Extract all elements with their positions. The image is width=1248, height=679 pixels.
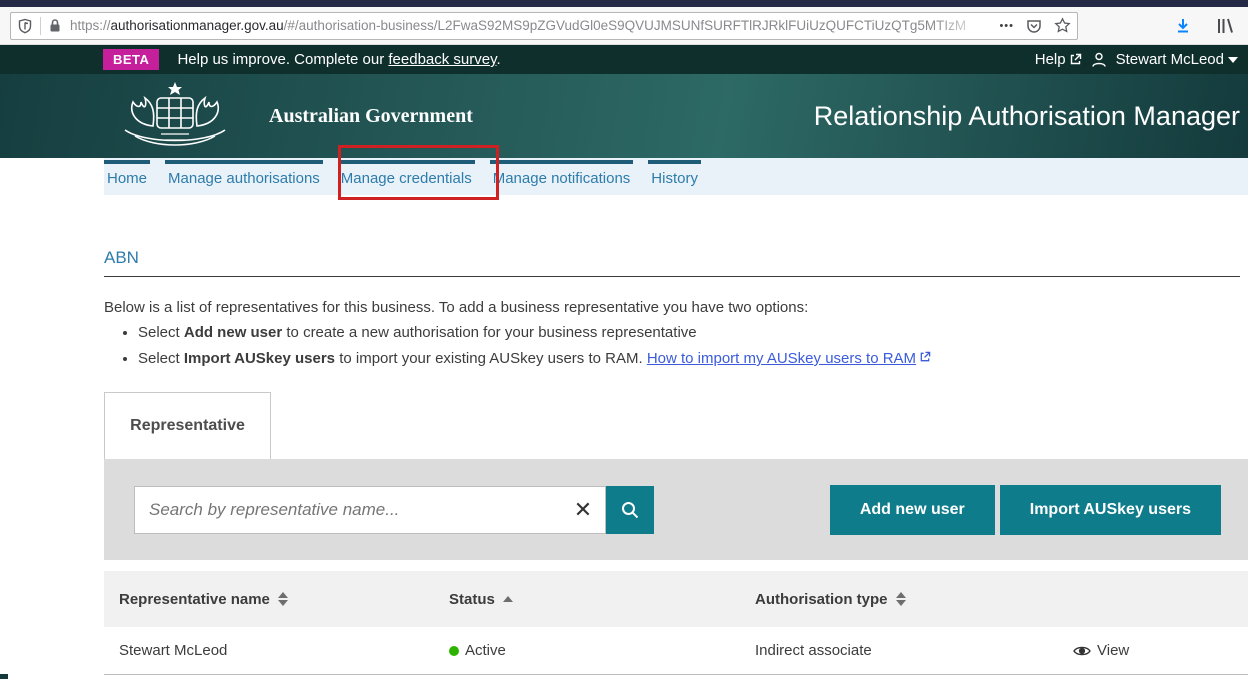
tab-representative[interactable]: Representative (104, 392, 271, 459)
feedback-survey-link[interactable]: feedback survey (388, 51, 496, 68)
list-item: Select Add new user to create a new auth… (138, 324, 1240, 341)
search-input[interactable] (135, 487, 561, 533)
user-menu[interactable]: Stewart McLeod (1116, 51, 1238, 68)
page-title: ABN (104, 248, 1240, 276)
primary-nav: Home Manage authorisations Manage creden… (0, 158, 1248, 195)
pocket-icon[interactable] (1026, 18, 1042, 34)
library-icon[interactable] (1216, 17, 1234, 35)
cell-representative-name: Stewart McLeod (104, 642, 434, 659)
government-label: Australian Government (269, 105, 473, 128)
external-link-icon (919, 351, 931, 363)
nav-item-history[interactable]: History (648, 160, 701, 187)
status-active-dot (449, 646, 459, 656)
clear-search-icon[interactable]: ✕ (561, 487, 605, 533)
app-title: Relationship Authorisation Manager (814, 101, 1240, 132)
nav-item-manage-authorisations[interactable]: Manage authorisations (165, 160, 323, 187)
list-item: Select Import AUSkey users to import you… (138, 350, 1240, 367)
user-icon (1090, 51, 1108, 69)
options-list: Select Add new user to create a new auth… (138, 324, 1240, 367)
site-header: Australian Government Relationship Autho… (0, 74, 1248, 158)
australian-government-crest (95, 78, 255, 154)
import-auskey-users-button[interactable]: Import AUSkey users (1000, 485, 1221, 535)
add-new-user-button[interactable]: Add new user (830, 485, 995, 535)
chevron-down-icon (1228, 57, 1238, 63)
page-actions-icon[interactable]: ••• (999, 20, 1014, 32)
column-header-representative-name[interactable]: Representative name (104, 591, 434, 608)
intro-text: Below is a list of representatives for t… (104, 299, 1240, 316)
help-link[interactable]: Help (1035, 51, 1082, 68)
external-link-icon (1069, 53, 1082, 66)
url-text[interactable]: https://authorisationmanager.gov.au/#/au… (70, 18, 991, 33)
search-button[interactable] (606, 486, 654, 534)
nav-item-manage-notifications[interactable]: Manage notifications (490, 160, 634, 187)
tracking-shield-icon[interactable] (17, 18, 33, 34)
sort-icon[interactable] (896, 592, 906, 606)
nav-item-manage-credentials[interactable]: Manage credentials (338, 160, 475, 187)
table-row: Stewart McLeod Active Indirect associate… (104, 627, 1248, 675)
view-action[interactable]: View (1058, 642, 1248, 659)
nav-item-home[interactable]: Home (104, 160, 150, 187)
cell-status: Active (434, 642, 740, 659)
beta-message: Help us improve. Complete our feedback s… (177, 51, 500, 68)
eye-icon (1073, 644, 1091, 658)
urlbar-divider (40, 17, 41, 35)
coat-of-arms-icon (95, 78, 255, 154)
download-icon[interactable] (1174, 17, 1192, 35)
section-divider (104, 276, 1240, 277)
browser-toolbar: https://authorisationmanager.gov.au/#/au… (0, 7, 1248, 45)
browser-tab-strip (0, 0, 1248, 7)
search-actions-band: ✕ Add new user Import AUSkey users (104, 459, 1248, 560)
url-bar[interactable]: https://authorisationmanager.gov.au/#/au… (10, 12, 1078, 40)
cell-authorisation-type: Indirect associate (740, 642, 1058, 659)
beta-badge: BETA (103, 49, 159, 70)
column-header-authorisation-type[interactable]: Authorisation type (740, 591, 1058, 608)
table-header-row: Representative name Status Authorisation… (104, 571, 1248, 627)
sort-icon[interactable] (278, 592, 288, 606)
search-icon (620, 500, 640, 520)
lock-icon[interactable] (48, 18, 62, 33)
beta-banner: BETA Help us improve. Complete our feedb… (0, 45, 1248, 74)
column-header-status[interactable]: Status (434, 591, 740, 608)
representatives-table: Representative name Status Authorisation… (104, 571, 1248, 675)
bookmark-star-icon[interactable] (1054, 17, 1071, 34)
screen-edge-artifact (0, 674, 8, 679)
import-auskey-help-link[interactable]: How to import my AUSkey users to RAM (647, 350, 916, 367)
sort-asc-icon[interactable] (503, 596, 513, 602)
